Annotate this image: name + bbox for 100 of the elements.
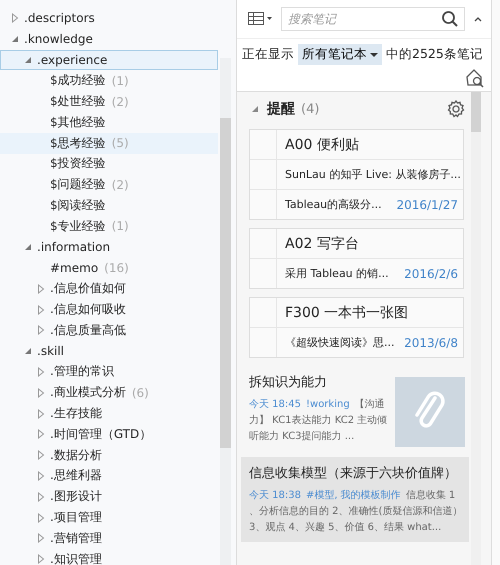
view-layout-icon[interactable] [247,11,273,27]
note-title: 拆知识为能力 [249,374,328,391]
folder-label: $思考经验 [50,134,106,152]
notebook-dropdown[interactable]: 所有笔记本 [298,44,382,65]
folder-label: $投资经验 [50,155,106,172]
reminder-card[interactable]: F300 一本书一张图 《超级快速阅读》思... 2013/6/8 [249,297,464,358]
folder-label: .experience [37,52,108,67]
folder-label: $处世经验 [50,93,106,110]
tree-item[interactable]: .信息如何吸收 [0,299,218,320]
search-field[interactable]: 搜索笔记 [281,7,465,31]
folder-label: $问题经验 [50,176,106,194]
collapsed-arrow-icon[interactable] [37,429,45,440]
reminders-title: 提醒 [267,100,295,118]
tree-item[interactable]: .信息价值如何 [0,278,218,300]
reminder-date: 2016/2/6 [404,266,458,280]
reminder-card[interactable]: A00 便利贴 SunLau 的知乎 Live: 从装修房子... Tableau的高级分... 2016/1/27 [249,129,464,220]
collapsed-arrow-icon[interactable] [37,470,45,481]
reminder-note: 采用 Tableau 的销... [285,266,390,281]
note-count: (2) [112,94,129,109]
collapsed-arrow-icon[interactable] [37,450,45,460]
tree-item[interactable]: .管理的常识 [0,362,218,382]
folder-label: .信息价值如何 [50,280,126,298]
tree-item[interactable]: .descriptors [0,8,218,29]
tree-item[interactable]: .information [0,236,218,258]
collapsed-arrow-icon[interactable] [37,325,45,336]
tree-item[interactable]: $其他经验 [0,112,218,133]
reminder-note: SunLau 的知乎 Live: 从装修房子... [285,167,461,182]
tree-item[interactable]: .信息质量高低 [0,320,218,341]
expanded-arrow-icon[interactable] [24,56,32,64]
tree-item[interactable]: .图形设计 [0,486,218,508]
tree-item[interactable]: .生存技能 [0,403,218,424]
reminder-title: A00 便利贴 [285,136,359,154]
tree-item[interactable]: .experience [0,50,218,70]
folder-label: $阅读经验 [50,197,106,214]
tree-item[interactable]: $成功经验 (1) [0,70,218,92]
tree-item[interactable]: #memo (16) [0,258,218,278]
reminder-card[interactable]: A02 写字台 采用 Tableau 的销... 2016/2/6 [249,228,464,289]
folder-label: .skill [37,344,64,358]
collapse-caret-icon[interactable] [473,15,483,23]
note-item[interactable]: 信息收集模型（来源于六块价值牌） 今天 18:38 #模型, 我的模板制作 信息收集 1 、分析信息的目的 2、准确性(质疑信源和信道）3、观点 4、兴趣 5、价值 6、结果 what... [241,457,469,542]
collapsed-arrow-icon[interactable] [37,533,45,544]
search-icon[interactable] [441,10,459,28]
note-title: 信息收集模型（来源于六块价值牌） [249,465,458,482]
collapsed-arrow-icon[interactable] [37,304,45,315]
folder-label: .时间管理（GTD） [50,426,152,443]
reminder-note: 《超级快速阅读》思... [285,335,396,350]
tree-item[interactable]: .knowledge [0,28,218,50]
tree-item[interactable]: .数据分析 [0,444,218,466]
folder-label: .数据分析 [50,446,102,464]
note-count: (16) [104,260,129,275]
tree-item[interactable]: $问题经验 (2) [0,174,218,196]
note-total: 中的2525条笔记 [386,46,483,63]
tree-item[interactable]: .时间管理（GTD） [0,424,218,445]
tree-item[interactable]: .思维利器 [0,466,218,486]
reminders-count: (4) [301,102,320,116]
collapsed-arrow-icon[interactable] [37,408,45,419]
folder-label: .思维利器 [50,467,102,484]
tree-item[interactable]: .商业模式分析 (6) [0,382,218,404]
reminder-date: 2016/1/27 [396,198,458,212]
expanded-arrow-icon[interactable] [251,105,259,113]
note-preview: 今天 18:45 !working 【沟通力】 KC1表达能力 KC2 主动倾听能力 KC3提问能力 ... [249,398,388,444]
expanded-arrow-icon[interactable] [24,347,32,356]
note-count: (1) [112,74,129,88]
folder-label: .营销管理 [50,530,102,547]
folder-label: .信息如何吸收 [50,301,126,318]
collapsed-arrow-icon[interactable] [37,554,45,564]
tree-item[interactable]: .skill [0,340,218,362]
filter-label: 正在显示 [242,46,294,63]
folder-label: $成功经验 [50,72,106,90]
folder-label: .图形设计 [50,488,102,506]
expanded-arrow-icon[interactable] [24,243,32,252]
tree-item[interactable]: $专业经验 (1) [0,216,218,237]
scrollbar[interactable] [471,92,481,565]
dropdown-caret-icon [370,52,378,58]
scrollbar[interactable] [220,58,231,565]
expanded-arrow-icon[interactable] [11,35,19,44]
folder-label: #memo [50,260,98,275]
search-notebook-icon[interactable] [465,68,485,88]
folder-label: $专业经验 [50,218,106,235]
reminder-date: 2013/6/8 [404,336,458,350]
collapsed-arrow-icon[interactable] [37,388,45,398]
tree-item[interactable]: $阅读经验 [0,195,218,216]
note-count: (6) [132,386,149,400]
folder-label: .管理的常识 [50,363,114,380]
collapsed-arrow-icon[interactable] [37,492,45,502]
tree-item[interactable]: .知识管理 [0,548,218,565]
collapsed-arrow-icon[interactable] [37,512,45,523]
collapsed-arrow-icon[interactable] [37,366,45,377]
collapsed-arrow-icon[interactable] [11,13,19,24]
folder-label: .descriptors [24,11,95,26]
folder-label: .信息质量高低 [50,322,126,339]
tree-item[interactable]: $思考经验 (5) [0,132,218,154]
note-item[interactable]: 拆知识为能力 今天 18:45 !working 【沟通力】 KC1表达能力 KC2 主动倾听能力 KC3提问能力 ... [241,366,469,453]
folder-label: $其他经验 [50,114,106,131]
tree-item[interactable]: $投资经验 [0,154,218,174]
collapsed-arrow-icon[interactable] [37,284,45,294]
tree-item[interactable]: .营销管理 [0,528,218,549]
tree-item[interactable]: .项目管理 [0,507,218,528]
settings-icon[interactable] [447,100,465,118]
tree-item[interactable]: $处世经验 (2) [0,91,218,112]
